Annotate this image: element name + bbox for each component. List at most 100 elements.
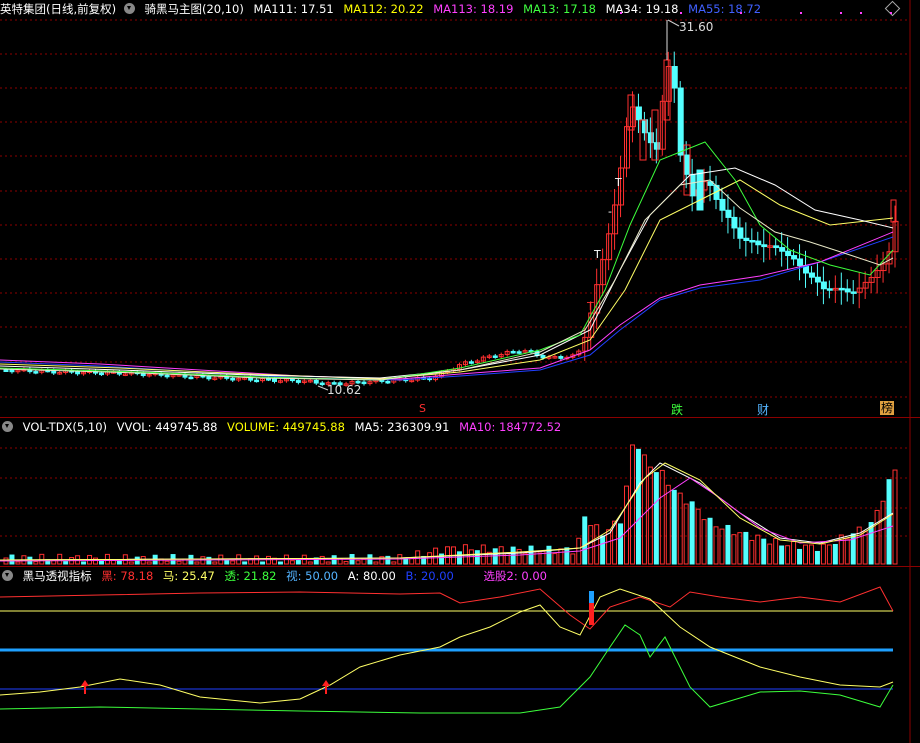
candle-body bbox=[3, 369, 9, 372]
volume-bar bbox=[629, 444, 635, 565]
candle-body bbox=[689, 173, 696, 197]
volume-bar bbox=[785, 545, 791, 565]
volume-bar bbox=[558, 548, 564, 565]
top-dot-marker bbox=[890, 12, 892, 14]
candle-body bbox=[313, 379, 319, 384]
t-mark-1: T bbox=[615, 176, 622, 189]
candle-body bbox=[516, 351, 522, 354]
candle-body bbox=[492, 355, 498, 358]
candle-body bbox=[761, 244, 768, 248]
candle-body bbox=[647, 132, 654, 144]
candle-body bbox=[696, 169, 704, 211]
indicator-panel[interactable]: 黑马透视指标 黑: 78.18 马: 25.47 透: 21.82 视: 50.… bbox=[0, 567, 920, 743]
volume-bar bbox=[319, 555, 325, 565]
volume-bar bbox=[33, 561, 39, 565]
volume-bar bbox=[528, 545, 534, 565]
volume-panel[interactable]: VOL-TDX(5,10) VVOL: 449745.88 VOLUME: 44… bbox=[0, 418, 920, 566]
buy-arrow-icon bbox=[81, 680, 89, 686]
candle-body bbox=[814, 276, 821, 283]
volume-bar bbox=[880, 500, 886, 565]
candle-body bbox=[9, 369, 15, 373]
signal-cai-marker: 财 bbox=[757, 403, 770, 417]
volume-bar bbox=[647, 466, 653, 565]
candle-body bbox=[779, 247, 786, 252]
candle-body bbox=[725, 209, 732, 218]
volume-bar bbox=[719, 528, 725, 565]
top-dot-marker bbox=[840, 12, 842, 14]
volume-bar bbox=[588, 525, 594, 565]
volume-bar bbox=[683, 503, 689, 565]
volume-bar bbox=[641, 454, 647, 565]
volume-bar bbox=[659, 469, 665, 565]
candle-body bbox=[731, 216, 738, 229]
volume-bar bbox=[194, 561, 200, 565]
volume-bar bbox=[665, 484, 671, 565]
candle-body bbox=[558, 356, 564, 359]
volume-bar bbox=[773, 537, 779, 565]
volume-bar bbox=[164, 560, 170, 565]
volume-bar bbox=[224, 559, 230, 565]
volume-bar bbox=[844, 538, 850, 565]
volume-bar bbox=[307, 561, 313, 565]
volume-bar bbox=[892, 469, 898, 565]
volume-bar bbox=[832, 543, 838, 565]
candle-body bbox=[385, 380, 391, 384]
volume-bar bbox=[385, 555, 391, 565]
volume-bar bbox=[260, 561, 266, 565]
candle-body bbox=[826, 288, 833, 291]
candle-body bbox=[838, 287, 845, 291]
candle-body bbox=[266, 378, 272, 381]
candle-body bbox=[361, 381, 367, 385]
indicator-chart bbox=[0, 567, 911, 743]
candle-body bbox=[737, 227, 744, 239]
candle-body bbox=[749, 239, 756, 243]
candle-body bbox=[773, 245, 780, 249]
volume-bar bbox=[820, 543, 826, 565]
volume-bar bbox=[779, 545, 785, 565]
volume-bar bbox=[230, 560, 236, 565]
volume-bar bbox=[176, 560, 182, 565]
ma34-line bbox=[0, 167, 894, 379]
volume-bar bbox=[546, 545, 552, 565]
candle-body bbox=[755, 240, 762, 246]
candle-body bbox=[635, 106, 642, 121]
volume-bar bbox=[737, 532, 743, 565]
candle-body bbox=[164, 374, 170, 378]
volume-bar bbox=[635, 448, 641, 565]
volume-bar bbox=[707, 517, 713, 565]
candle-body bbox=[295, 380, 301, 383]
candle-body bbox=[683, 154, 690, 175]
signal-red-block bbox=[589, 603, 594, 625]
volume-bar bbox=[713, 526, 719, 565]
candle-body bbox=[677, 87, 684, 156]
t-mark-3: T bbox=[594, 248, 601, 261]
candle-body bbox=[820, 281, 827, 290]
ma113-line bbox=[0, 231, 894, 380]
volume-bar bbox=[874, 509, 880, 565]
candle-body bbox=[468, 361, 474, 364]
volume-bar bbox=[421, 555, 427, 565]
buy-arrow-icon bbox=[322, 680, 330, 686]
volume-bar bbox=[731, 534, 737, 565]
volume-bar bbox=[814, 550, 820, 565]
candle-body bbox=[230, 377, 236, 381]
volume-bar bbox=[474, 550, 480, 565]
volume-bar bbox=[266, 555, 272, 565]
volume-bar bbox=[570, 553, 576, 565]
candle-body bbox=[808, 272, 815, 278]
volume-bar bbox=[564, 547, 570, 565]
low-price-label: 10.62 bbox=[327, 383, 362, 397]
candle-body bbox=[510, 350, 516, 354]
signal-s-marker: S bbox=[419, 402, 426, 415]
volume-bar bbox=[81, 561, 87, 565]
volume-bar bbox=[761, 538, 767, 565]
volume-bar bbox=[355, 560, 361, 565]
signal-blue-block bbox=[589, 591, 594, 603]
candle-body bbox=[75, 371, 81, 375]
volume-bar bbox=[361, 558, 367, 565]
candle-body bbox=[785, 250, 792, 257]
volume-bar bbox=[242, 561, 248, 565]
high-price-label: 31.60 bbox=[679, 20, 714, 34]
price-panel[interactable]: 英特集团(日线,前复权) 骑黑马主图(20,10) MA111: 17.51 M… bbox=[0, 0, 920, 417]
volume-bar bbox=[826, 544, 832, 565]
